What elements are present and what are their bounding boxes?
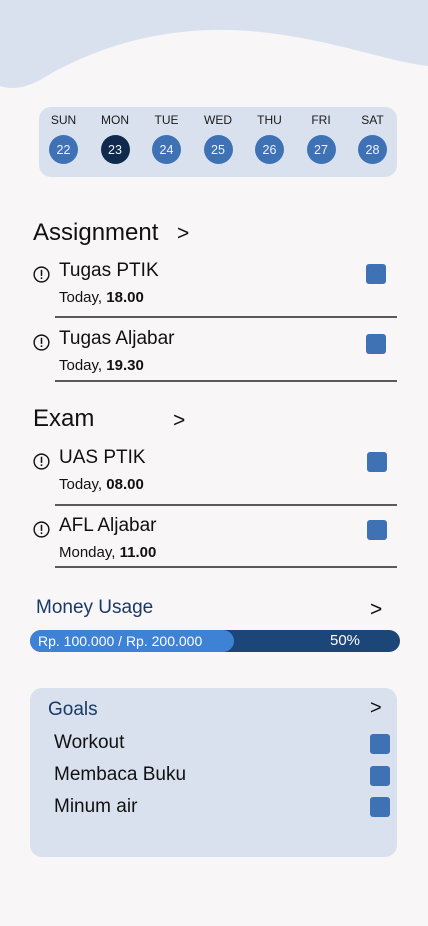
exam-checkbox[interactable]: [367, 520, 387, 540]
calendar-day-mon[interactable]: MON 23: [100, 107, 131, 177]
goals-chevron-icon[interactable]: >: [370, 697, 382, 720]
calendar-day-sat[interactable]: SAT 28: [357, 107, 388, 177]
goal-label: Membaca Buku: [54, 764, 187, 785]
exam-item[interactable]: AFL Aljabar Monday, 11.00: [33, 513, 397, 573]
assignment-heading: Assignment: [33, 219, 159, 246]
assignment-item[interactable]: Tugas Aljabar Today, 19.30: [33, 326, 397, 386]
goal-checkbox[interactable]: [370, 766, 390, 786]
goal-item[interactable]: Workout: [54, 732, 390, 756]
due-day: Today,: [59, 289, 103, 306]
assignment-checkbox[interactable]: [366, 264, 386, 284]
exam-item[interactable]: UAS PTIK Today, 08.00: [33, 445, 397, 505]
calendar-day-sun[interactable]: SUN 22: [48, 107, 79, 177]
exam-heading: Exam: [33, 405, 95, 432]
day-number[interactable]: 22: [49, 135, 78, 164]
day-name: SUN: [50, 113, 77, 127]
due-time: 18.00: [106, 289, 144, 306]
divider: [55, 316, 397, 318]
assignment-title: Tugas PTIK: [59, 260, 159, 281]
exam-day: Today,: [59, 476, 103, 493]
assignment-chevron-icon[interactable]: >: [177, 222, 189, 246]
goals-heading: Goals: [48, 699, 98, 720]
day-number[interactable]: 26: [255, 135, 284, 164]
alert-circle-icon: [33, 334, 50, 351]
assignment-due: Today, 19.30: [59, 357, 144, 374]
day-number[interactable]: 28: [358, 135, 387, 164]
goal-item[interactable]: Membaca Buku: [54, 764, 390, 788]
exam-checkbox[interactable]: [367, 452, 387, 472]
exam-time: 11.00: [119, 544, 157, 561]
assignment-due: Today, 18.00: [59, 289, 144, 306]
due-time: 19.30: [106, 357, 144, 374]
calendar-day-tue[interactable]: TUE 24: [151, 107, 182, 177]
day-number[interactable]: 27: [306, 135, 336, 164]
goals-card: Goals > Workout Membaca Buku Minum air: [30, 688, 397, 857]
goal-checkbox[interactable]: [370, 797, 390, 817]
header-wave: [0, 0, 428, 88]
alert-circle-icon: [33, 453, 50, 470]
divider: [55, 566, 397, 568]
assignment-title: Tugas Aljabar: [59, 328, 175, 349]
exam-schedule: Monday, 11.00: [59, 544, 156, 561]
exam-title: AFL Aljabar: [59, 515, 157, 536]
goal-item[interactable]: Minum air: [54, 796, 390, 820]
calendar-day-thu[interactable]: THU 26: [254, 107, 285, 177]
divider: [55, 504, 397, 506]
alert-circle-icon: [33, 266, 50, 283]
calendar-day-fri[interactable]: FRI 27: [306, 107, 337, 177]
exam-time: 08.00: [106, 476, 144, 493]
exam-day: Monday,: [59, 544, 116, 561]
calendar-day-wed[interactable]: WED 25: [203, 107, 234, 177]
exam-chevron-icon[interactable]: >: [173, 409, 185, 433]
day-name: FRI: [311, 113, 331, 127]
alert-circle-icon: [33, 521, 50, 538]
goal-label: Minum air: [54, 796, 138, 817]
exam-title: UAS PTIK: [59, 447, 146, 468]
day-number-selected[interactable]: 23: [100, 135, 130, 164]
assignment-checkbox[interactable]: [366, 334, 386, 354]
day-name: MON: [101, 113, 129, 127]
day-number[interactable]: 24: [152, 135, 181, 164]
week-calendar: SUN 22 MON 23 TUE 24 WED 25 THU 26 FRI 2…: [39, 107, 397, 177]
goal-label: Workout: [54, 732, 125, 753]
money-progress-bar: Rp. 100.000 / Rp. 200.000 50%: [30, 630, 400, 652]
money-amount: Rp. 100.000 / Rp. 200.000: [38, 633, 203, 649]
goal-checkbox[interactable]: [370, 734, 390, 754]
day-name: SAT: [361, 113, 384, 127]
day-number[interactable]: 25: [203, 135, 233, 164]
day-name: WED: [204, 113, 232, 127]
money-usage-heading: Money Usage: [36, 597, 154, 618]
exam-schedule: Today, 08.00: [59, 476, 144, 493]
day-name: TUE: [154, 113, 179, 127]
money-percent: 50%: [330, 632, 361, 649]
due-day: Today,: [59, 357, 103, 374]
day-name: THU: [257, 113, 282, 127]
divider: [55, 380, 397, 382]
assignment-item[interactable]: Tugas PTIK Today, 18.00: [33, 258, 397, 318]
money-chevron-icon[interactable]: >: [370, 598, 382, 622]
